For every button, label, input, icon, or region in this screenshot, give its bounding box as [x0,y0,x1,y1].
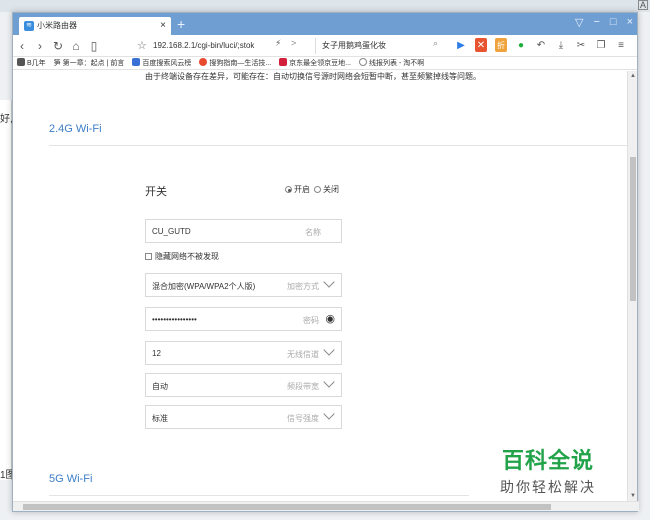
toolbar-icons: ▶ ✕ 折 ● ↶ ⤓ ✂ ❐ ≡ [455,38,627,52]
tab-router[interactable]: ≋ 小米路由器 × [19,17,171,35]
close-window-icon[interactable]: × [627,16,633,29]
radio-icon [314,186,321,193]
hide-network-checkbox[interactable]: 隐藏网络不被发现 [145,251,219,262]
vertical-scrollbar[interactable]: ▲ ▼ [627,71,637,501]
wechat-icon[interactable]: ● [515,38,527,52]
extension-icon[interactable]: ✕ [475,38,487,52]
password-hint: 密码 [303,316,319,325]
tab-bar: ≋ 小米路由器 × + ▽ − □ × [13,13,637,35]
background-corner-icon: A [638,0,648,10]
bandwidth-hint: 频段带宽 [287,382,319,391]
divider [49,145,627,146]
vertical-scroll-thumb[interactable] [630,157,636,301]
globe-icon [359,58,368,66]
window-controls: ▽ − □ × [575,16,633,29]
search-icon[interactable]: ⌕ [433,38,438,49]
desktop: A 好, 1图 ≋ 小米路由器 × + ▽ − □ × ‹ › ↻ ⌂ ▯ ☆ … [0,0,650,520]
signal-value: 标准 [152,414,168,423]
browser-window: ≋ 小米路由器 × + ▽ − □ × ‹ › ↻ ⌂ ▯ ☆ 192.168.… [12,12,639,512]
baidu-icon [132,58,141,66]
bookmarks-bar: B几年 笋 第一章：起点 | 前言 百度搜索风云榜 搜狗指南—生活技... 京东… [13,57,637,70]
chevron-down-icon [323,344,335,356]
channel-value: 12 [152,349,161,358]
encryption-hint: 加密方式 [287,282,319,291]
bolt-icon[interactable]: ⚡ [275,38,281,49]
url-text: 192.168.2.1/cgi-bin/luci/;stok [153,41,255,50]
scroll-down-icon[interactable]: ▼ [630,493,636,499]
coupon-icon[interactable]: 折 [495,38,507,52]
search-input[interactable]: 女子用鹅鸡蛋化妆 [315,38,435,54]
radio-icon [285,186,292,193]
router-settings-page: 由于终端设备存在差异，可能存在：自动切换信号源时网络会短暂中断，甚至频繁掉线等问… [13,71,627,501]
jd-icon [279,58,288,66]
forward-icon[interactable]: › [31,39,49,53]
notice-text: 由于终端设备存在差异，可能存在：自动切换信号源时网络会短暂中断，甚至频繁掉线等问… [145,72,481,81]
channel-select[interactable]: 12 无线信道 [145,341,342,365]
back-icon[interactable]: ‹ [13,39,31,53]
reload-icon[interactable]: ↻ [49,39,67,53]
watermark-subtitle: 助你轻松解决 [500,479,596,495]
bookmark-item[interactable]: B几年 [17,58,46,68]
bookmark-item[interactable]: 线报列表 - 淘不啊 [359,58,424,68]
signal-select[interactable]: 标准 信号强度 [145,405,342,429]
scissors-icon[interactable]: ✂ [575,38,587,52]
scroll-up-icon[interactable]: ▲ [630,73,636,79]
play-icon[interactable]: ▶ [455,38,467,52]
ssid-value: CU_GUTD [152,227,191,236]
horizontal-scrollbar[interactable] [13,501,639,511]
channel-hint: 无线信道 [287,350,319,359]
divider [49,495,469,496]
bookmark-item[interactable]: 京东最全领京豆地... [279,58,351,68]
bandwidth-value: 自动 [152,382,168,391]
star-icon[interactable]: ☆ [137,38,147,54]
bookmark-item[interactable]: 笋 第一章：起点 | 前言 [54,58,125,68]
tab-title: 小米路由器 [37,21,77,30]
chevron-down-icon [323,408,335,420]
bookmark-item[interactable]: 搜狗指南—生活技... [199,58,271,68]
chevron-down-icon [323,376,335,388]
watermark-title: 百科全说 [501,449,594,474]
encryption-select[interactable]: 混合加密(WPA/WPA2个人版) 加密方式 [145,273,342,297]
password-value: •••••••••••••••• [152,315,197,324]
bookmark-item[interactable]: 百度搜索风云榜 [132,58,191,68]
ssid-input[interactable]: CU_GUTD 名称 [145,219,342,243]
new-tab-button[interactable]: + [177,16,185,32]
clipboard-icon[interactable]: ❐ [595,38,607,52]
radio-off[interactable]: 关闭 [314,184,339,195]
section-title-5g: 5G Wi-Fi [49,473,93,485]
bandwidth-select[interactable]: 自动 频段带宽 [145,373,342,397]
bookmark-icon [17,58,25,66]
reader-icon[interactable]: ▯ [85,39,103,53]
horizontal-scroll-thumb[interactable] [23,504,551,510]
watermark: 百科全说 助你轻松解决 [483,443,613,497]
wifi-icon: ≋ [24,21,34,31]
eye-icon[interactable]: ◉ [325,313,335,325]
background-window-topbar [0,0,650,12]
home-icon[interactable]: ⌂ [67,39,85,53]
search-text: 女子用鹅鸡蛋化妆 [322,41,386,50]
undo-icon[interactable]: ↶ [535,38,547,52]
switch-label: 开关 [145,186,167,198]
minimize-icon[interactable]: − [593,16,599,29]
chevron-right-icon[interactable]: > [291,38,296,48]
maximize-icon[interactable]: □ [610,16,617,29]
radio-on[interactable]: 开启 [285,184,310,195]
ssid-hint: 名称 [305,228,321,237]
menu-icon[interactable]: ▽ [575,16,583,29]
sogou-icon [199,58,208,66]
section-title-2g: 2.4G Wi-Fi [49,123,102,135]
chevron-down-icon [323,276,335,288]
background-text: 好, [0,114,13,125]
background-sidebar [0,100,12,480]
switch-radio-group: 开启 关闭 [285,184,339,195]
close-icon[interactable]: × [160,17,166,35]
checkbox-icon [145,253,152,260]
nav-bar: ‹ › ↻ ⌂ ▯ ☆ 192.168.2.1/cgi-bin/luci/;st… [13,35,637,57]
download-icon[interactable]: ⤓ [555,38,567,52]
menu-icon[interactable]: ≡ [615,38,627,52]
password-input[interactable]: •••••••••••••••• 密码 ◉ [145,307,342,331]
encryption-value: 混合加密(WPA/WPA2个人版) [152,282,256,291]
signal-hint: 信号强度 [287,414,319,423]
